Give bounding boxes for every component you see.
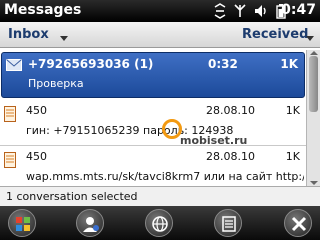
message-preview: wap.mms.mts.ru/sk/tavci8krm7 или на сайт…	[26, 170, 304, 183]
internet-button[interactable]	[145, 209, 173, 237]
folder-chevron-down-icon[interactable]	[60, 36, 68, 41]
message-list: +79265693036 (1) 0:32 1K Проверка 450 28…	[0, 50, 306, 186]
contacts-icon	[83, 217, 99, 232]
windows-start-icon	[16, 217, 30, 231]
watermark-logo-icon	[162, 119, 182, 139]
internet-icon	[152, 216, 168, 232]
message-time: 28.08.10	[206, 104, 255, 117]
bottom-toolbar	[0, 206, 320, 240]
app-title: Messages	[4, 2, 82, 18]
message-size: 1K	[285, 150, 300, 163]
folder-selector[interactable]: Inbox	[8, 27, 49, 42]
scroll-thumb[interactable]	[309, 56, 318, 112]
signal-icon[interactable]	[232, 3, 248, 19]
sort-selector[interactable]: Received	[242, 27, 308, 42]
close-icon	[291, 216, 307, 232]
message-sender: 450	[26, 150, 47, 163]
watermark: mobiset.ru	[180, 134, 248, 147]
menu-icon	[222, 216, 236, 232]
message-preview: Проверка	[28, 77, 84, 90]
status-text: 1 conversation selected	[0, 186, 320, 206]
message-sender: 450	[26, 104, 47, 117]
message-sender: +79265693036 (1)	[28, 57, 154, 71]
clock[interactable]: 0:47	[281, 2, 316, 18]
close-button[interactable]	[284, 209, 312, 237]
envelope-icon	[6, 59, 22, 74]
message-size: 1K	[280, 57, 298, 71]
sms-document-icon	[4, 106, 16, 125]
title-bar: Messages 0:47	[0, 0, 320, 22]
message-time: 28.08.10	[206, 150, 255, 163]
message-row[interactable]: 450 28.08.10 1K wap.mms.mts.ru/sk/tavci8…	[0, 146, 306, 186]
sort-chevron-down-icon[interactable]	[306, 36, 314, 41]
windows-start-button[interactable]	[8, 209, 36, 237]
scrollbar[interactable]	[306, 50, 320, 186]
message-row-selected[interactable]: +79265693036 (1) 0:32 1K Проверка	[1, 52, 305, 98]
contacts-button[interactable]	[76, 209, 104, 237]
connectivity-icon[interactable]	[212, 3, 228, 19]
scroll-down-icon[interactable]	[310, 181, 318, 185]
message-row[interactable]: 450 28.08.10 1K гин: +79151065239 пароль…	[0, 100, 306, 146]
scroll-up-icon[interactable]	[310, 51, 318, 55]
speaker-icon[interactable]	[253, 3, 269, 19]
message-size: 1K	[285, 104, 300, 117]
menu-button[interactable]	[214, 209, 242, 237]
sms-document-icon	[4, 152, 16, 171]
message-time: 0:32	[208, 57, 238, 71]
list-header: Inbox Received	[0, 22, 320, 48]
